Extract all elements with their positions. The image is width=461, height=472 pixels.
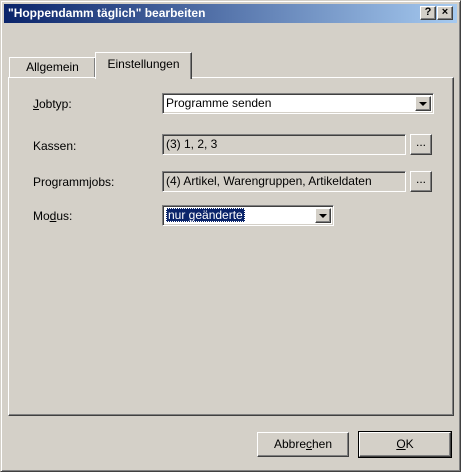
ok-button[interactable]: OK [358, 431, 452, 458]
close-button[interactable]: × [437, 6, 453, 20]
jobtyp-value: Programme senden [166, 96, 272, 110]
kassen-label: Kassen: [33, 139, 77, 153]
kassen-browse-button[interactable]: ... [410, 134, 432, 155]
modus-label: Modus: [33, 209, 73, 223]
window-title: "Hoppendamm täglich" bearbeiten [8, 6, 206, 20]
programmjobs-field: (4) Artikel, Warengruppen, Artikeldaten [162, 171, 406, 192]
title-bar[interactable]: "Hoppendamm täglich" bearbeiten ? × [4, 4, 457, 23]
tab-einstellungen-label: Einstellungen [107, 57, 180, 71]
kassen-field: (3) 1, 2, 3 [162, 134, 406, 155]
settings-panel [8, 77, 454, 416]
tab-einstellungen[interactable]: Einstellungen [95, 52, 192, 79]
jobtyp-dropdown-arrow-icon[interactable] [415, 96, 431, 111]
tab-allgemein[interactable]: Allgemein [9, 57, 96, 77]
modus-dropdown-arrow-icon[interactable] [315, 208, 331, 223]
kassen-value: (3) 1, 2, 3 [166, 137, 218, 151]
cancel-button[interactable]: Abbrechen [257, 432, 349, 457]
modus-select[interactable]: nur geänderte [162, 205, 334, 226]
jobtyp-select[interactable]: Programme senden [162, 93, 434, 114]
programmjobs-browse-button[interactable]: ... [410, 171, 432, 192]
modus-value: nur geänderte [166, 208, 245, 222]
tab-allgemein-label: Allgemein [26, 60, 79, 74]
jobtyp-label: Jobtyp: [33, 97, 72, 111]
programmjobs-label: Programmjobs: [33, 175, 115, 189]
programmjobs-value: (4) Artikel, Warengruppen, Artikeldaten [166, 174, 372, 188]
dialog-window: "Hoppendamm täglich" bearbeiten ? × Allg… [0, 0, 461, 472]
help-button[interactable]: ? [420, 6, 436, 20]
